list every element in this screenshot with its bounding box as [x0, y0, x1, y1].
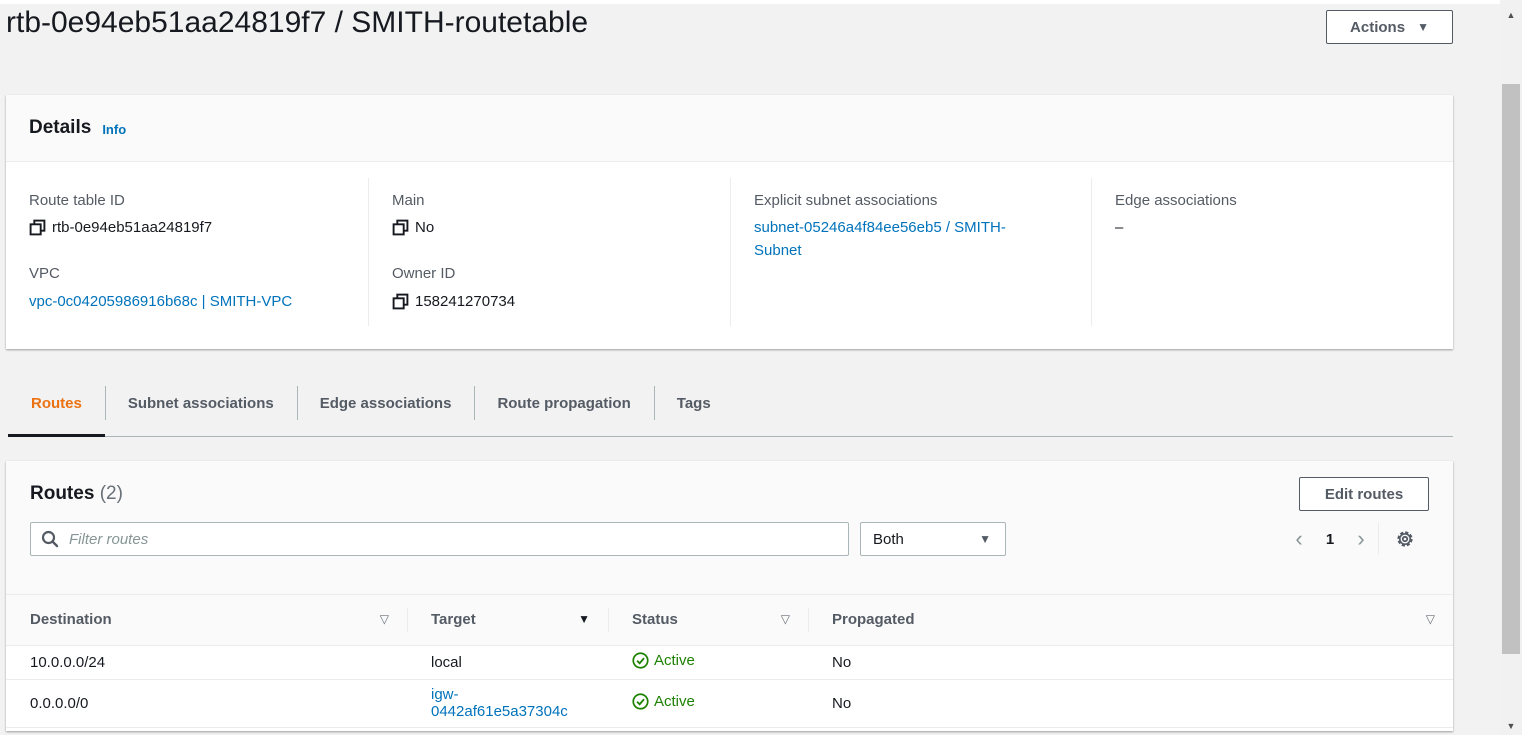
route-type-select-value: Both — [873, 530, 904, 548]
status-text: Active — [654, 651, 695, 669]
sort-icon[interactable]: ▽ — [380, 612, 389, 626]
col-target-label: Target — [431, 611, 476, 629]
copy-icon[interactable] — [392, 219, 409, 236]
scroll-thumb[interactable] — [1502, 84, 1520, 654]
tab-routes[interactable]: Routes — [8, 385, 105, 437]
page-number[interactable]: 1 — [1310, 531, 1350, 548]
table-row[interactable]: 0.0.0.0/0 igw- 0442af61e5a37304c Active … — [6, 679, 1453, 728]
cell-destination: 0.0.0.0/0 — [6, 679, 407, 728]
gear-icon[interactable] — [1395, 529, 1415, 549]
cell-status: Active — [608, 679, 808, 728]
cell-destination: 10.0.0.0/24 — [6, 645, 407, 680]
owner-id-text: 158241270734 — [415, 293, 516, 310]
caret-down-icon: ▼ — [979, 532, 991, 546]
routes-header: Routes (2) Edit routes Both ▼ ‹ 1 › — [6, 461, 1453, 595]
actions-label: Actions — [1350, 18, 1406, 36]
copy-icon[interactable] — [29, 219, 46, 236]
tab-bar: Routes Subnet associations Edge associat… — [8, 385, 1453, 437]
details-col-4: Edge associations – — [1091, 178, 1453, 326]
search-icon — [41, 530, 59, 548]
owner-id-label: Owner ID — [392, 265, 456, 282]
check-circle-icon — [632, 692, 649, 710]
routes-table: Destination ▽ Target ▼ Status ▽ Propagated ▽… — [6, 595, 1453, 728]
filter-routes — [30, 522, 849, 556]
sort-desc-icon[interactable]: ▼ — [578, 612, 590, 626]
status-badge: Active — [632, 693, 695, 710]
chevron-right-icon[interactable]: › — [1350, 526, 1372, 552]
info-link[interactable]: Info — [102, 122, 126, 137]
status-badge: Active — [632, 652, 695, 669]
target-link-line2[interactable]: 0442af61e5a37304c — [431, 703, 608, 720]
col-destination[interactable]: Destination ▽ — [6, 595, 407, 646]
check-circle-icon — [632, 651, 649, 669]
status-text: Active — [654, 692, 695, 710]
actions-button[interactable]: Actions ▼ — [1326, 10, 1453, 44]
routes-panel: Routes (2) Edit routes Both ▼ ‹ 1 › Dest… — [6, 461, 1453, 731]
route-table-id-value: rtb-0e94eb51aa24819f7 — [29, 219, 212, 236]
details-col-1: Route table ID rtb-0e94eb51aa24819f7 VPC… — [6, 178, 368, 326]
caret-down-icon: ▼ — [1417, 20, 1429, 34]
col-destination-label: Destination — [30, 611, 112, 629]
tab-route-propagation[interactable]: Route propagation — [474, 385, 653, 422]
main-label: Main — [392, 192, 425, 209]
target-link-line1[interactable]: igw- — [431, 686, 608, 703]
cell-propagated: No — [808, 679, 1453, 728]
details-col-2: Main No Owner ID 158241270734 — [368, 178, 730, 326]
main-value: No — [392, 219, 434, 236]
scroll-down-icon[interactable]: ▼ — [1500, 721, 1522, 731]
details-header: Details Info — [6, 95, 1453, 162]
details-col-3: Explicit subnet associations subnet-0524… — [730, 178, 1091, 326]
sort-icon[interactable]: ▽ — [781, 612, 790, 626]
col-propagated-label: Propagated — [832, 611, 915, 629]
owner-id-value: 158241270734 — [392, 293, 515, 310]
route-type-select[interactable]: Both ▼ — [860, 522, 1006, 556]
filter-routes-input[interactable] — [67, 529, 827, 549]
main-text: No — [415, 219, 435, 236]
route-table-id-text: rtb-0e94eb51aa24819f7 — [52, 219, 213, 236]
edge-associations-value: – — [1115, 219, 1124, 236]
vpc-link[interactable]: vpc-0c04205986916b68c | SMITH-VPC — [29, 293, 292, 310]
routes-title: Routes (2) — [30, 483, 123, 505]
explicit-subnet-link-line2[interactable]: Subnet — [754, 242, 802, 259]
chevron-left-icon[interactable]: ‹ — [1288, 526, 1310, 552]
col-status-label: Status — [632, 611, 678, 629]
details-title: Details — [29, 117, 92, 138]
tab-subnet-associations[interactable]: Subnet associations — [104, 385, 297, 422]
route-table-id-label: Route table ID — [29, 192, 125, 209]
cell-status: Active — [608, 645, 808, 680]
cell-propagated: No — [808, 645, 1453, 680]
table-row[interactable]: 10.0.0.0/24 local Active No — [6, 645, 1453, 680]
scroll-up-icon[interactable]: ▲ — [1500, 10, 1522, 20]
explicit-subnet-link-line1[interactable]: subnet-05246a4f84ee56eb5 / SMITH- — [754, 219, 1006, 236]
vpc-label: VPC — [29, 265, 60, 282]
col-propagated[interactable]: Propagated ▽ — [808, 595, 1453, 646]
edge-associations-label: Edge associations — [1115, 192, 1237, 209]
tab-tags[interactable]: Tags — [653, 385, 734, 422]
explicit-subnet-label: Explicit subnet associations — [754, 192, 938, 209]
col-target[interactable]: Target ▼ — [407, 595, 608, 646]
edit-routes-button[interactable]: Edit routes — [1299, 477, 1429, 511]
pagination: ‹ 1 › — [1288, 523, 1415, 555]
tab-edge-associations[interactable]: Edge associations — [296, 385, 475, 422]
copy-icon[interactable] — [392, 293, 409, 310]
cell-target: igw- 0442af61e5a37304c — [407, 679, 608, 728]
top-strip — [0, 0, 1500, 4]
vertical-scrollbar[interactable]: ▲ ▼ — [1500, 0, 1522, 735]
cell-target: local — [407, 645, 608, 680]
details-panel: Details Info Route table ID rtb-0e94eb51… — [6, 95, 1453, 349]
routes-title-text: Routes — [30, 483, 95, 504]
col-status[interactable]: Status ▽ — [608, 595, 808, 646]
sort-icon[interactable]: ▽ — [1426, 612, 1435, 626]
pager-divider — [1378, 523, 1379, 555]
routes-count: (2) — [99, 483, 123, 504]
page-title: rtb-0e94eb51aa24819f7 / SMITH-routetable — [6, 6, 589, 39]
